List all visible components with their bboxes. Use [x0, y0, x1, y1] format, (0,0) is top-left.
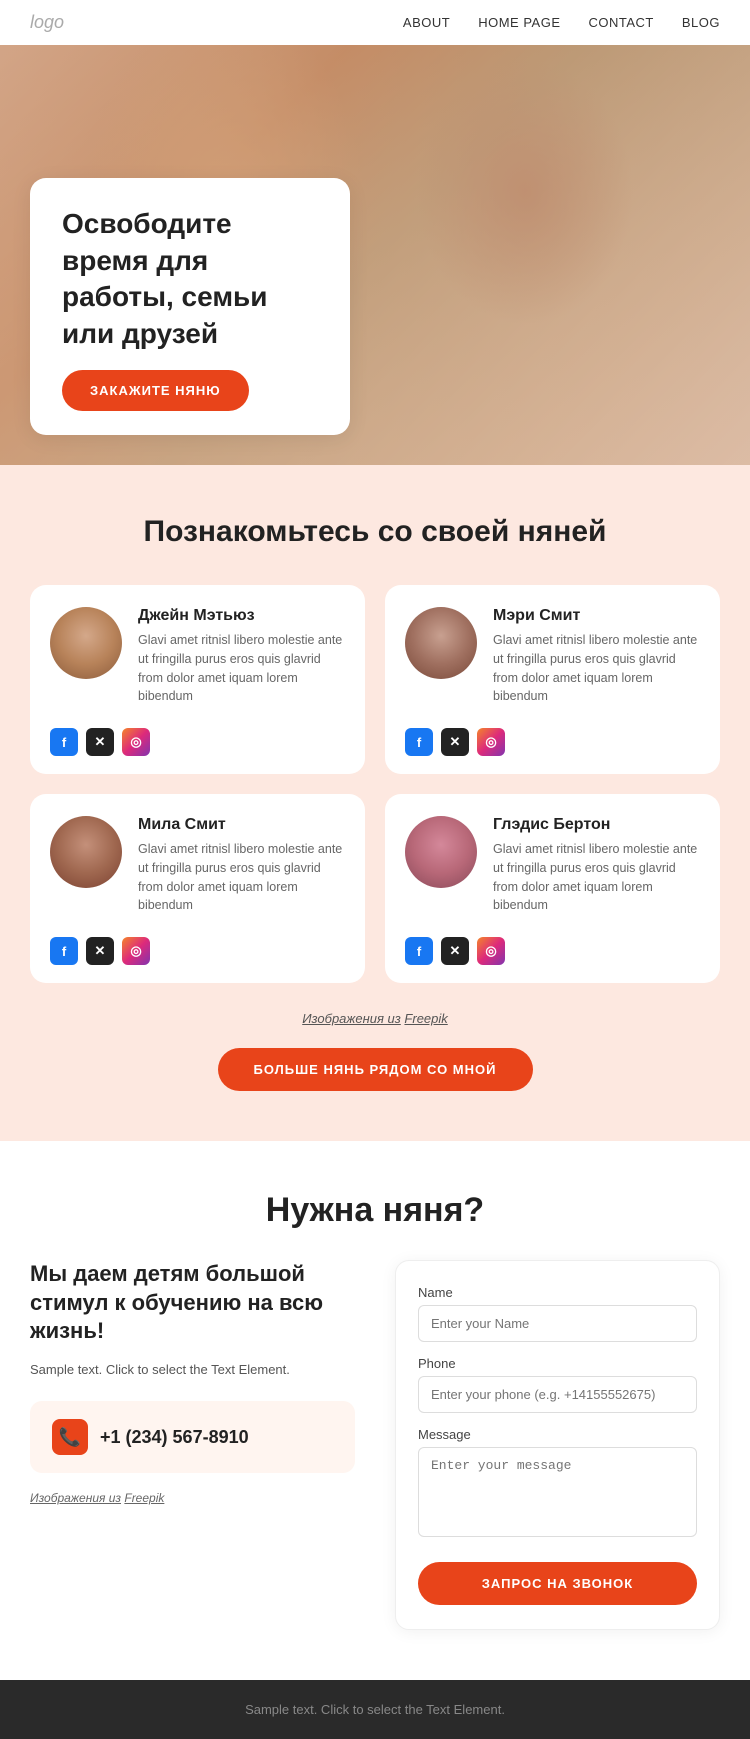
avatar-1: [50, 607, 122, 679]
logo: logo: [30, 12, 64, 33]
footer: Sample text. Click to select the Text El…: [0, 1680, 750, 1739]
freepik-link-contact[interactable]: Freepik: [124, 1491, 164, 1505]
nanny-social-4: f ✕ ◎: [405, 937, 700, 965]
avatar-4: [405, 816, 477, 888]
nannies-section: Познакомьтесь со своей няней Джейн Мэтью…: [0, 465, 750, 1141]
instagram-icon-3[interactable]: ◎: [122, 937, 150, 965]
instagram-icon-2[interactable]: ◎: [477, 728, 505, 756]
phone-box: 📞 +1 (234) 567-8910: [30, 1401, 355, 1473]
nanny-name-1: Джейн Мэтьюз: [138, 607, 345, 625]
nanny-card-3: Мила Смит Glavi amet ritnisl libero mole…: [30, 794, 365, 983]
nanny-social-2: f ✕ ◎: [405, 728, 700, 756]
nannies-grid: Джейн Мэтьюз Glavi amet ritnisl libero m…: [30, 585, 720, 983]
instagram-icon-1[interactable]: ◎: [122, 728, 150, 756]
facebook-icon-3[interactable]: f: [50, 937, 78, 965]
nanny-desc-3: Glavi amet ritnisl libero molestie ante …: [138, 840, 345, 915]
hero-title: Освободите время для работы, семьи или д…: [62, 206, 318, 352]
phone-number: +1 (234) 567-8910: [100, 1427, 249, 1448]
twitter-icon-1[interactable]: ✕: [86, 728, 114, 756]
contact-section-title: Нужна няня?: [30, 1191, 720, 1230]
contact-left-heading: Мы даем детям большой стимул к обучению …: [30, 1260, 355, 1346]
nanny-card-1: Джейн Мэтьюз Glavi amet ritnisl libero m…: [30, 585, 365, 774]
contact-left-desc: Sample text. Click to select the Text El…: [30, 1360, 355, 1380]
message-textarea[interactable]: [418, 1447, 697, 1537]
contact-left: Мы даем детям большой стимул к обучению …: [30, 1260, 355, 1630]
twitter-icon-3[interactable]: ✕: [86, 937, 114, 965]
freepik-link-nannies[interactable]: Freepik: [404, 1011, 447, 1026]
avatar-3: [50, 816, 122, 888]
contact-form-area: Name Phone Message ЗАПРОС НА ЗВОНОК: [395, 1260, 720, 1630]
facebook-icon-2[interactable]: f: [405, 728, 433, 756]
nanny-card-2: Мэри Смит Glavi amet ritnisl libero mole…: [385, 585, 720, 774]
contact-form: Name Phone Message ЗАПРОС НА ЗВОНОК: [395, 1260, 720, 1630]
submit-button[interactable]: ЗАПРОС НА ЗВОНОК: [418, 1562, 697, 1605]
message-label: Message: [418, 1427, 697, 1442]
facebook-icon-1[interactable]: f: [50, 728, 78, 756]
nanny-name-3: Мила Смит: [138, 816, 345, 834]
more-nannies-button[interactable]: БОЛЬШЕ НЯНЬ РЯДОМ СО МНОЙ: [218, 1048, 533, 1091]
contact-section: Нужна няня? Мы даем детям большой стимул…: [0, 1141, 750, 1680]
phone-label: Phone: [418, 1356, 697, 1371]
nannies-section-title: Познакомьтесь со своей няней: [30, 515, 720, 549]
nanny-desc-4: Glavi amet ritnisl libero molestie ante …: [493, 840, 700, 915]
hero-cta-button[interactable]: ЗАКАЖИТЕ НЯНЮ: [62, 370, 249, 411]
name-label: Name: [418, 1285, 697, 1300]
phone-input[interactable]: [418, 1376, 697, 1413]
nanny-name-4: Глэдис Бертон: [493, 816, 700, 834]
nav-blog[interactable]: BLOG: [682, 15, 720, 30]
nanny-desc-2: Glavi amet ritnisl libero molestie ante …: [493, 631, 700, 706]
freepik-credit-nannies: Изображения из Freepik: [30, 1011, 720, 1026]
hero-card: Освободите время для работы, семьи или д…: [30, 178, 350, 435]
nav-about[interactable]: ABOUT: [403, 15, 450, 30]
twitter-icon-2[interactable]: ✕: [441, 728, 469, 756]
nav-contact[interactable]: CONTACT: [589, 15, 654, 30]
navigation: ABOUT HOME PAGE CONTACT BLOG: [403, 15, 720, 30]
facebook-icon-4[interactable]: f: [405, 937, 433, 965]
footer-text: Sample text. Click to select the Text El…: [30, 1702, 720, 1717]
nanny-social-3: f ✕ ◎: [50, 937, 345, 965]
freepik-credit-contact: Изображения из Freepik: [30, 1491, 355, 1505]
twitter-icon-4[interactable]: ✕: [441, 937, 469, 965]
phone-icon: 📞: [52, 1419, 88, 1455]
nanny-social-1: f ✕ ◎: [50, 728, 345, 756]
nav-home[interactable]: HOME PAGE: [478, 15, 560, 30]
nanny-name-2: Мэри Смит: [493, 607, 700, 625]
nanny-card-4: Глэдис Бертон Glavi amet ritnisl libero …: [385, 794, 720, 983]
hero-section: Освободите время для работы, семьи или д…: [0, 45, 750, 465]
header: logo ABOUT HOME PAGE CONTACT BLOG: [0, 0, 750, 45]
avatar-2: [405, 607, 477, 679]
instagram-icon-4[interactable]: ◎: [477, 937, 505, 965]
nanny-desc-1: Glavi amet ritnisl libero molestie ante …: [138, 631, 345, 706]
name-input[interactable]: [418, 1305, 697, 1342]
